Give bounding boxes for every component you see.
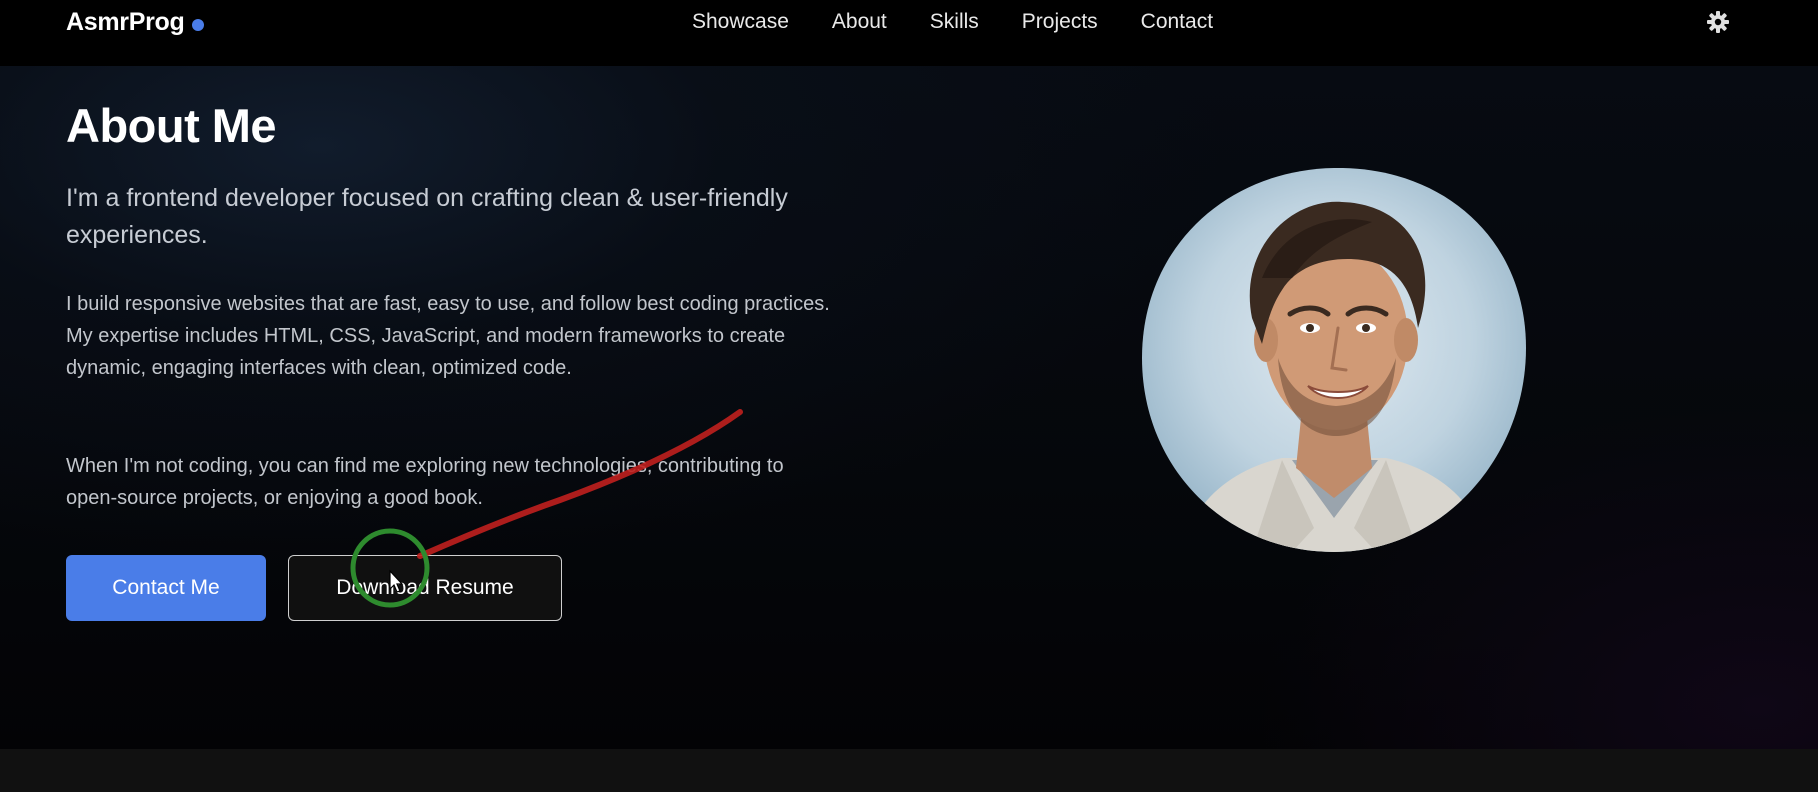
contact-me-button[interactable]: Contact Me	[66, 555, 266, 621]
about-section: About Me I'm a frontend developer focuse…	[0, 66, 1818, 749]
brand-name: AsmrProg	[66, 8, 185, 36]
about-paragraph-2: When I'm not coding, you can find me exp…	[66, 455, 784, 509]
nav-link-about[interactable]: About	[832, 10, 887, 34]
about-paragraph-1: I build responsive websites that are fas…	[66, 293, 830, 379]
nav-link-skills[interactable]: Skills	[930, 10, 979, 34]
main-nav: Showcase About Skills Projects Contact	[692, 10, 1213, 34]
download-resume-button[interactable]: Download Resume	[288, 555, 562, 621]
gear-icon	[1707, 11, 1729, 33]
about-subtitle: I'm a frontend developer focused on craf…	[66, 184, 788, 249]
nav-link-showcase[interactable]: Showcase	[692, 10, 789, 34]
about-title: About Me	[66, 99, 277, 152]
download-resume-label: Download Resume	[336, 576, 514, 599]
profile-photo	[1142, 168, 1526, 552]
next-section-strip	[0, 749, 1818, 792]
nav-link-contact[interactable]: Contact	[1141, 10, 1213, 34]
nav-link-projects[interactable]: Projects	[1022, 10, 1098, 34]
theme-toggle-button[interactable]	[1706, 10, 1730, 34]
navbar: AsmrProg Showcase About Skills Projects …	[0, 0, 1818, 66]
brand-dot	[192, 18, 205, 31]
brand-logo[interactable]: AsmrProg	[66, 8, 205, 37]
contact-me-label: Contact Me	[112, 576, 220, 599]
